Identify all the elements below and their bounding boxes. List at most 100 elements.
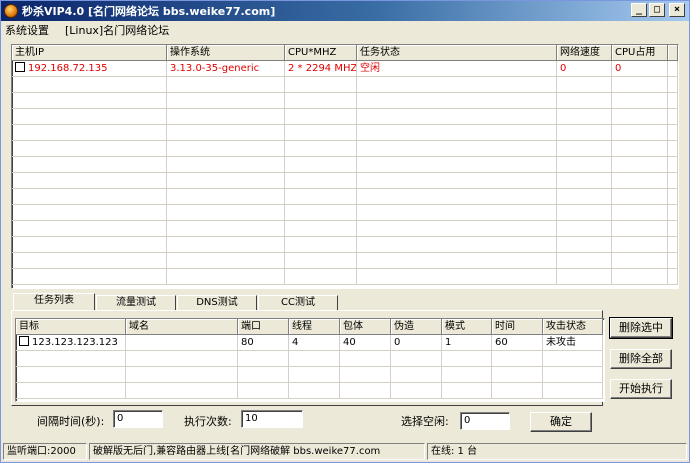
host-row[interactable]: 192.168.72.135 3.13.0-35-generic 2 * 229… (12, 61, 678, 77)
host-empty-row-cell (167, 221, 285, 237)
host-empty-row-cell (557, 157, 612, 173)
host-empty-row-cell (285, 173, 357, 189)
task-empty-row-cell (289, 367, 340, 383)
idle-input[interactable]: 0 (460, 412, 510, 430)
tab-traffic-test[interactable]: 流量测试 (96, 295, 176, 311)
host-empty-row (12, 173, 678, 189)
app-window: 秒杀VIP4.0 [名门网络论坛 bbs.weike77.com] _ □ × … (0, 0, 690, 463)
task-empty-row-cell (543, 383, 603, 399)
host-empty-row-cell (285, 93, 357, 109)
host-empty-row (12, 221, 678, 237)
column-attack-status[interactable]: 攻击状态 (543, 319, 603, 335)
host-empty-row-cell (668, 173, 678, 189)
column-packet[interactable]: 包体 (340, 319, 391, 335)
idle-label: 选择空闲: (401, 415, 449, 428)
minimize-button[interactable]: _ (631, 3, 647, 17)
interval-label: 间隔时间(秒): (37, 415, 105, 428)
task-empty-row-cell (391, 351, 442, 367)
task-empty-row-cell (442, 383, 492, 399)
host-empty-row-cell (612, 125, 668, 141)
host-speed: 0 (557, 61, 612, 77)
column-task-status[interactable]: 任务状态 (357, 45, 557, 61)
task-row-checkbox[interactable] (19, 336, 29, 346)
column-cpu-mhz[interactable]: CPU*MHZ (285, 45, 357, 61)
column-threads[interactable]: 线程 (289, 319, 340, 335)
host-empty-row-cell (167, 77, 285, 93)
task-time: 60 (492, 335, 543, 351)
task-packet: 40 (340, 335, 391, 351)
host-empty-row-cell (285, 141, 357, 157)
task-target-cell: 123.123.123.123 (16, 335, 126, 351)
host-empty-row (12, 205, 678, 221)
host-empty-row-cell (167, 253, 285, 269)
task-empty-row-cell (492, 351, 543, 367)
task-threads: 4 (289, 335, 340, 351)
host-empty-row-cell (557, 189, 612, 205)
menu-bar: 系统设置 [Linux]名门网络论坛 (1, 21, 689, 39)
task-empty-row-cell (543, 367, 603, 383)
column-target[interactable]: 目标 (16, 319, 126, 335)
host-empty-row-cell (357, 125, 557, 141)
task-empty-row-cell (16, 383, 126, 399)
tab-dns-test[interactable]: DNS测试 (177, 295, 257, 311)
interval-input[interactable]: 0 (113, 410, 163, 428)
host-empty-row-cell (167, 205, 285, 221)
tab-cc-test[interactable]: CC测试 (258, 295, 338, 311)
column-domain[interactable]: 域名 (126, 319, 238, 335)
task-attack-status: 未攻击 (543, 335, 603, 351)
task-list[interactable]: 目标 域名 端口 线程 包体 伪造 模式 时间 攻击状态 123.123.123… (15, 318, 605, 402)
tab-task-list[interactable]: 任务列表 (13, 293, 95, 311)
column-time[interactable]: 时间 (492, 319, 543, 335)
host-status: 空闲 (357, 61, 557, 77)
host-empty-row (12, 109, 678, 125)
close-button[interactable]: × (669, 3, 685, 17)
column-cpu-usage[interactable]: CPU占用 (612, 45, 668, 61)
host-empty-row-cell (612, 141, 668, 157)
task-empty-row-cell (126, 351, 238, 367)
confirm-button[interactable]: 确定 (530, 412, 592, 432)
column-mode[interactable]: 模式 (442, 319, 492, 335)
host-row-checkbox[interactable] (15, 62, 25, 72)
host-empty-row-cell (12, 205, 167, 221)
column-network-speed[interactable]: 网络速度 (557, 45, 612, 61)
task-empty-row-cell (391, 383, 442, 399)
title-bar[interactable]: 秒杀VIP4.0 [名门网络论坛 bbs.weike77.com] _ □ × (1, 1, 689, 21)
delete-all-button[interactable]: 删除全部 (610, 349, 672, 369)
task-empty-row-cell (543, 351, 603, 367)
host-empty-row-cell (167, 157, 285, 173)
menu-linux-forum[interactable]: [Linux]名门网络论坛 (65, 22, 169, 38)
delete-selected-button[interactable]: 删除选中 (609, 317, 673, 339)
column-host-ip[interactable]: 主机IP (12, 45, 167, 61)
host-empty-row-cell (285, 269, 357, 285)
host-cpu: 2 * 2294 MHZ (285, 61, 357, 77)
task-empty-row (16, 367, 604, 383)
host-empty-row-cell (612, 93, 668, 109)
task-row[interactable]: 123.123.123.123 80 4 40 0 1 60 未攻击 (16, 335, 604, 351)
task-empty-row-cell (492, 383, 543, 399)
host-empty-row-cell (668, 109, 678, 125)
host-empty-row-cell (668, 221, 678, 237)
host-os: 3.13.0-35-generic (167, 61, 285, 77)
task-empty-row-cell (238, 367, 289, 383)
column-port[interactable]: 端口 (238, 319, 289, 335)
status-message: 破解版无后门,兼容路由器上线[名门网络破解 bbs.weike77.com (89, 443, 425, 460)
host-empty-row-cell (285, 109, 357, 125)
host-empty-row-cell (557, 253, 612, 269)
host-ip-cell: 192.168.72.135 (12, 61, 167, 77)
task-domain (126, 335, 238, 351)
count-input[interactable]: 10 (241, 410, 303, 428)
start-button[interactable]: 开始执行 (610, 379, 672, 399)
host-empty-row-cell (12, 93, 167, 109)
column-spoof[interactable]: 伪造 (391, 319, 442, 335)
host-empty-row (12, 157, 678, 173)
host-empty-row-cell (167, 173, 285, 189)
host-cpu-usage: 0 (612, 61, 668, 77)
host-list[interactable]: 主机IP 操作系统 CPU*MHZ 任务状态 网络速度 CPU占用 192.16… (11, 44, 679, 289)
menu-system-settings[interactable]: 系统设置 (5, 22, 49, 38)
host-empty-row-cell (285, 221, 357, 237)
column-os[interactable]: 操作系统 (167, 45, 285, 61)
task-empty-row-cell (126, 367, 238, 383)
maximize-button[interactable]: □ (649, 3, 665, 17)
host-empty-row-cell (285, 157, 357, 173)
host-empty-row-cell (612, 253, 668, 269)
